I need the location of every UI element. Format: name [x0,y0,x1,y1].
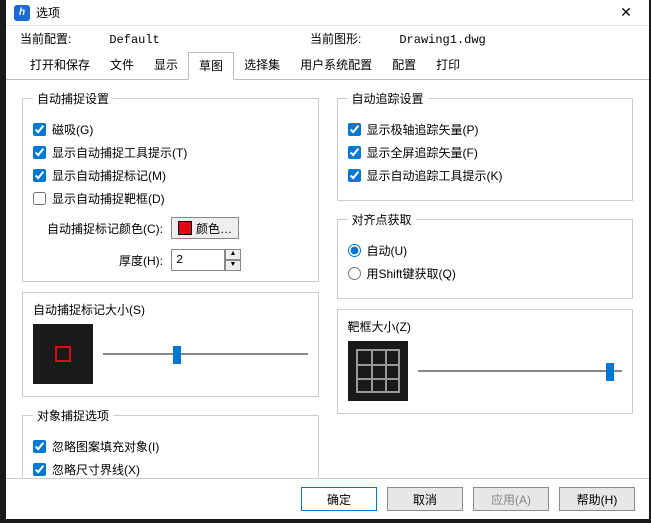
tab-0[interactable]: 打开和保存 [20,52,100,80]
osnap-options-legend: 对象捕捉选项 [33,407,113,424]
tab-5[interactable]: 用户系统配置 [290,52,382,80]
tab-6[interactable]: 配置 [382,52,426,80]
alignment-legend: 对齐点获取 [348,211,416,228]
align-auto-radio[interactable] [348,244,361,257]
color-swatch-icon [178,221,192,235]
track-tooltip-label[interactable]: 显示自动追踪工具提示(K) [367,167,503,184]
close-icon[interactable]: ✕ [611,4,641,21]
align-shift-radio[interactable] [348,267,361,280]
current-drawing-label: 当前图形: [310,30,361,47]
window-title: 选项 [36,4,611,21]
cancel-button[interactable]: 取消 [387,487,463,511]
snap-marker-checkbox[interactable] [33,169,46,182]
thickness-label: 厚度(H): [33,252,163,269]
tab-7[interactable]: 打印 [426,52,470,80]
tab-2[interactable]: 显示 [144,52,188,80]
app-icon: h [14,5,30,21]
autosnap-legend: 自动捕捉设置 [33,90,113,107]
magnet-label[interactable]: 磁吸(G) [52,121,93,138]
autotrack-legend: 自动追踪设置 [348,90,428,107]
marker-size-slider[interactable] [103,344,308,364]
apply-button[interactable]: 应用(A) [473,487,549,511]
magnet-checkbox[interactable] [33,123,46,136]
tab-1[interactable]: 文件 [100,52,144,80]
aperture-size-preview [348,341,408,401]
snap-marker-label[interactable]: 显示自动捕捉标记(M) [52,167,166,184]
fullscreen-track-label[interactable]: 显示全屏追踪矢量(F) [367,144,478,161]
alignment-group: 对齐点获取 自动(U) 用Shift键获取(Q) [337,211,634,299]
marker-color-button[interactable]: 颜色… [171,217,239,239]
info-row: 当前配置: Default 当前图形: Drawing1.dwg [6,26,649,49]
align-shift-label[interactable]: 用Shift键获取(Q) [367,265,456,282]
current-drawing-value: Drawing1.dwg [399,33,485,47]
track-tooltip-checkbox[interactable] [348,169,361,182]
polar-track-checkbox[interactable] [348,123,361,136]
autotrack-group: 自动追踪设置 显示极轴追踪矢量(P) 显示全屏追踪矢量(F) 显示自动追踪工具提… [337,90,634,201]
current-profile-value: Default [109,33,159,47]
polar-track-label[interactable]: 显示极轴追踪矢量(P) [367,121,479,138]
ok-button[interactable]: 确定 [301,487,377,511]
tab-4[interactable]: 选择集 [234,52,290,80]
ignore-dimext-checkbox[interactable] [33,463,46,476]
snap-aperture-checkbox[interactable] [33,192,46,205]
aperture-size-slider[interactable] [418,361,623,381]
titlebar: h 选项 ✕ [6,0,649,26]
marker-size-label: 自动捕捉标记大小(S) [33,301,308,318]
snap-tooltip-checkbox[interactable] [33,146,46,159]
thickness-down-icon[interactable]: ▼ [225,260,241,271]
thickness-up-icon[interactable]: ▲ [225,249,241,260]
aperture-size-group: 靶框大小(Z) [337,309,634,414]
autosnap-group: 自动捕捉设置 磁吸(G) 显示自动捕捉工具提示(T) 显示自动捕捉标记(M) 显… [22,90,319,282]
marker-color-text: 颜色… [196,220,232,237]
snap-tooltip-label[interactable]: 显示自动捕捉工具提示(T) [52,144,187,161]
thickness-input[interactable] [171,249,225,271]
snap-aperture-label[interactable]: 显示自动捕捉靶框(D) [52,190,165,207]
aperture-size-label: 靶框大小(Z) [348,318,623,335]
tabs: 打开和保存文件显示草图选择集用户系统配置配置打印 [6,51,649,80]
ignore-hatch-checkbox[interactable] [33,440,46,453]
ignore-hatch-label[interactable]: 忽略图案填充对象(I) [52,438,159,455]
dialog-footer: 确定 取消 应用(A) 帮助(H) [6,478,649,519]
marker-size-preview [33,324,93,384]
marker-size-group: 自动捕捉标记大小(S) [22,292,319,397]
help-button[interactable]: 帮助(H) [559,487,635,511]
align-auto-label[interactable]: 自动(U) [367,242,408,259]
ignore-dimext-label[interactable]: 忽略尺寸界线(X) [52,461,140,478]
tab-3[interactable]: 草图 [188,52,234,80]
fullscreen-track-checkbox[interactable] [348,146,361,159]
current-profile-label: 当前配置: [20,30,71,47]
marker-color-label: 自动捕捉标记颜色(C): [33,220,163,237]
